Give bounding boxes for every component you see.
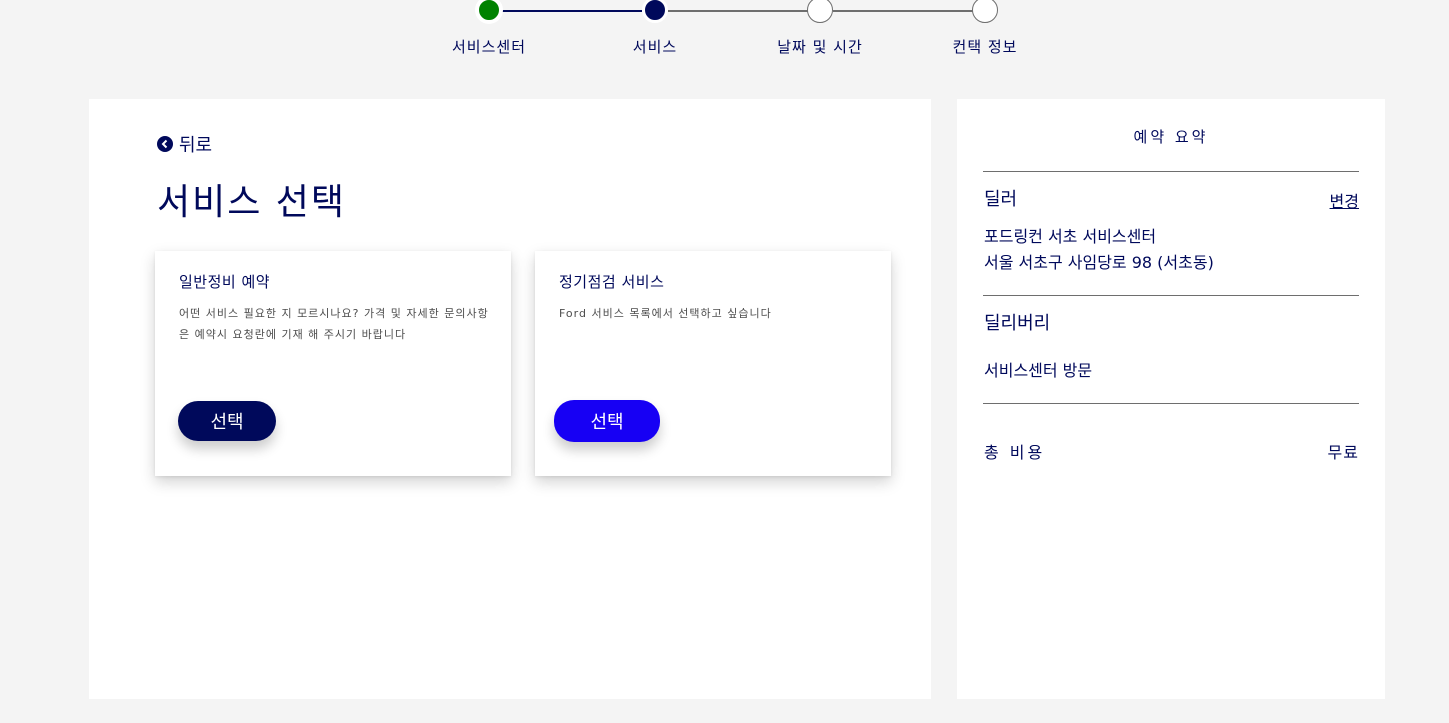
total-cost-label: 총 비용	[984, 443, 1046, 462]
dealer-address: 서울 서초구 사임당로 98 (서초동)	[984, 253, 1214, 272]
divider	[983, 403, 1359, 404]
step-connector-1	[502, 10, 642, 12]
divider	[983, 295, 1359, 296]
step-label-service: 서비스	[632, 38, 678, 56]
back-label: 뒤로	[179, 135, 213, 156]
delivery-value: 서비스센터 방문	[984, 361, 1093, 380]
select-button[interactable]: 선택	[178, 401, 276, 441]
step-label-service-center: 서비스센터	[451, 38, 527, 56]
step-label-contact: 컨택 정보	[952, 38, 1018, 56]
service-selection-panel: 뒤로 서비스 선택 일반정비 예약 어떤 서비스 필요한 지 모르시나요? 가격…	[89, 99, 931, 699]
step-label-date-time: 날짜 및 시간	[777, 38, 863, 56]
booking-summary-panel: 예약 요약 딜러 변경 포드링컨 서초 서비스센터 서울 서초구 사임당로 98…	[957, 99, 1385, 699]
dealer-label: 딜러	[984, 189, 1018, 210]
step-dot-service-center	[476, 0, 502, 23]
total-cost-value: 무료	[1327, 443, 1359, 462]
chevron-left-circle-icon	[157, 136, 173, 152]
dealer-name: 포드링컨 서초 서비스센터	[984, 227, 1157, 246]
step-dot-service	[642, 0, 668, 23]
card-title: 정기점검 서비스	[559, 273, 665, 291]
service-card-periodic-inspection: 정기점검 서비스 Ford 서비스 목록에서 선택하고 싶습니다 선택	[535, 251, 891, 476]
step-dot-contact	[972, 0, 998, 23]
summary-title: 예약 요약	[1133, 128, 1209, 146]
progress-stepper: 서비스센터 서비스 날짜 및 시간 컨택 정보	[0, 0, 1449, 70]
page-title: 서비스 선택	[157, 182, 347, 223]
delivery-label: 딜리버리	[984, 313, 1051, 334]
card-description: Ford 서비스 목록에서 선택하고 싶습니다	[559, 307, 772, 320]
step-connector-3	[833, 10, 973, 12]
card-title: 일반정비 예약	[179, 273, 271, 291]
step-dot-date-time	[807, 0, 833, 23]
divider	[983, 171, 1359, 172]
card-description: 어떤 서비스 필요한 지 모르시나요? 가격 및 자세한 문의사항은 예약시 요…	[179, 307, 489, 341]
back-link[interactable]: 뒤로	[157, 131, 212, 157]
change-dealer-link[interactable]: 변경	[1330, 188, 1359, 212]
select-button[interactable]: 선택	[554, 400, 660, 442]
service-card-general-maintenance: 일반정비 예약 어떤 서비스 필요한 지 모르시나요? 가격 및 자세한 문의사…	[155, 251, 511, 476]
step-connector-2	[668, 10, 808, 12]
